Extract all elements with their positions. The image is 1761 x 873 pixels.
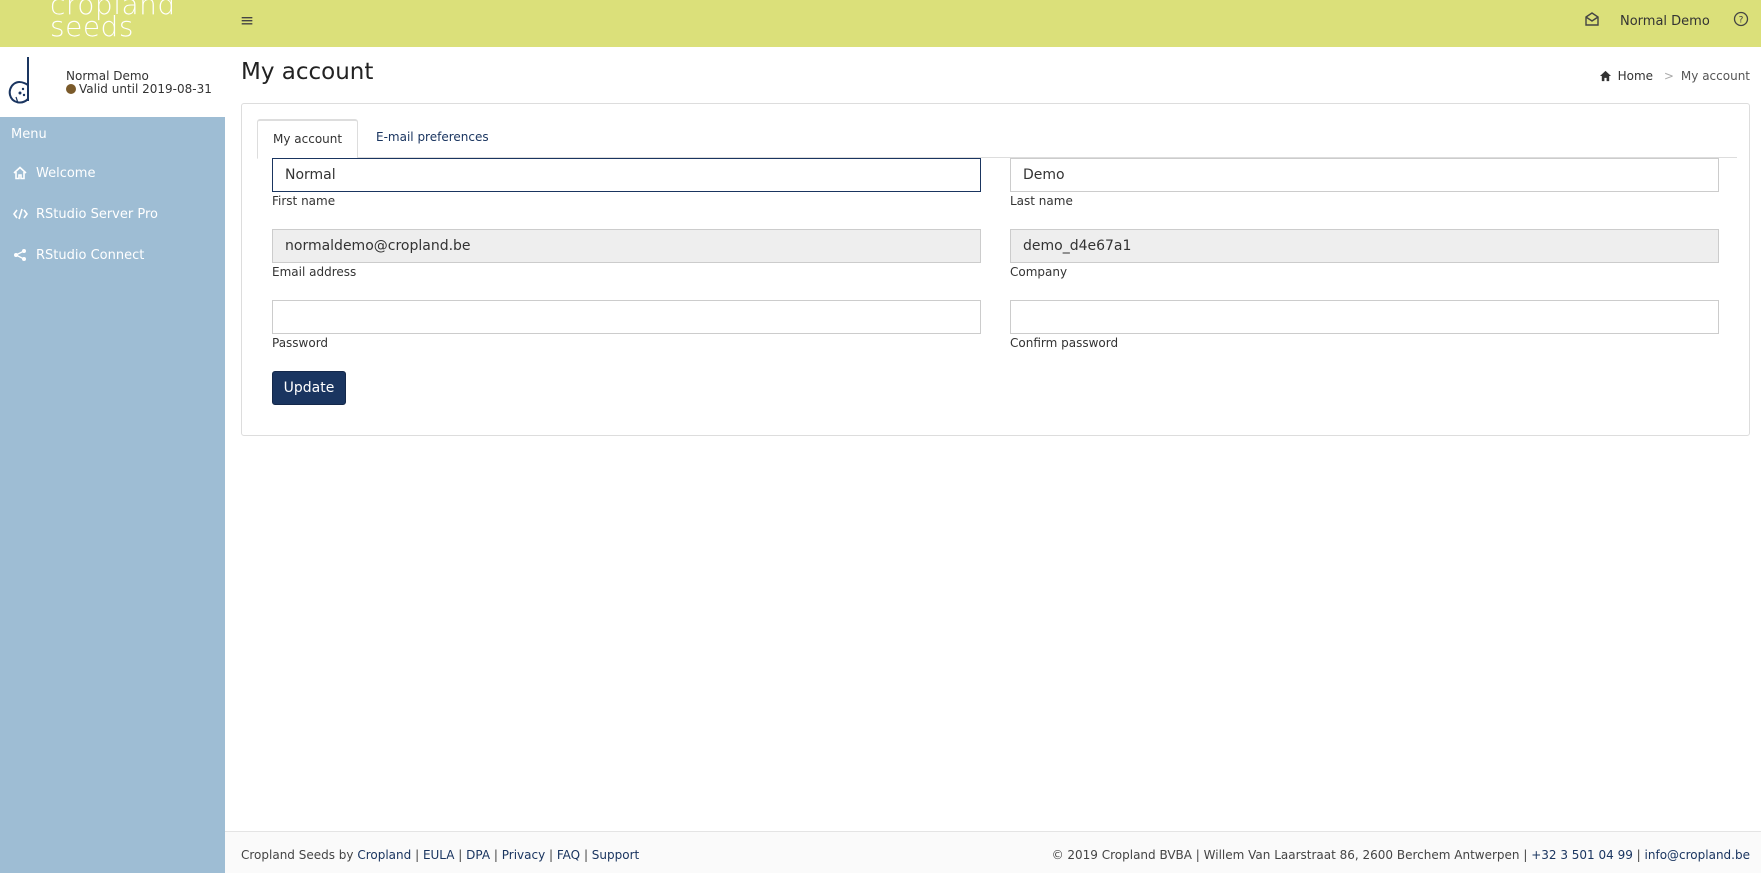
sidebar-user-name: Normal Demo <box>66 69 149 83</box>
footer-link-dpa[interactable]: DPA <box>466 848 490 862</box>
sidebar-item-rstudio-server-pro[interactable]: RStudio Server Pro <box>0 195 225 235</box>
status-dot-icon <box>66 84 76 94</box>
code-icon <box>13 207 29 223</box>
help-icon[interactable]: ? <box>1733 11 1753 31</box>
confirm-password-label: Confirm password <box>1010 336 1119 350</box>
footer-phone-link[interactable]: +32 3 501 04 99 <box>1531 848 1633 862</box>
password-label: Password <box>272 336 329 350</box>
footer-link-faq[interactable]: FAQ <box>557 848 580 862</box>
email-group: Email address <box>272 229 981 279</box>
breadcrumb: Home > My account <box>1599 69 1750 83</box>
tab-my-account[interactable]: My account <box>257 119 359 159</box>
update-button[interactable]: Update <box>272 371 346 405</box>
svg-text:?: ? <box>1739 16 1744 26</box>
sidebar-item-label: Welcome <box>36 166 96 181</box>
company-group: Company <box>1010 229 1719 279</box>
menu-header: Menu <box>11 127 47 142</box>
cropland-seeds-logo[interactable]: cropland seeds <box>50 0 180 46</box>
footer-prefix: Cropland Seeds by <box>241 848 358 862</box>
password-group: Password <box>272 300 981 350</box>
confirm-password-group: Confirm password <box>1010 300 1719 350</box>
sidebar-item-label: RStudio Server Pro <box>36 207 158 222</box>
avatar <box>6 55 38 109</box>
company-label: Company <box>1010 265 1068 279</box>
sidebar-toggle-icon[interactable]: ≡ <box>236 10 258 32</box>
tab-bar: My account E-mail preferences <box>257 119 1737 159</box>
first-name-group: First name <box>272 158 981 208</box>
top-navbar: cropland seeds ≡ Normal Demo ? <box>0 0 1761 47</box>
subscription-status: Valid until 2019-08-31 <box>66 82 212 96</box>
user-panel: Normal Demo Valid until 2019-08-31 <box>0 47 225 117</box>
breadcrumb-home-label: Home <box>1617 69 1654 83</box>
sidebar-item-rstudio-connect[interactable]: RStudio Connect <box>0 236 225 276</box>
first-name-field[interactable] <box>272 158 981 192</box>
footer-link-support[interactable]: Support <box>592 848 639 862</box>
top-user-menu[interactable]: Normal Demo <box>1620 14 1710 29</box>
footer-link-cropland[interactable]: Cropland <box>357 848 411 862</box>
first-name-label: First name <box>272 194 336 208</box>
tab-email-preferences[interactable]: E-mail preferences <box>361 119 504 158</box>
footer: Cropland Seeds by Cropland | EULA | DPA … <box>225 831 1761 873</box>
account-panel: My account E-mail preferences First name… <box>241 103 1750 436</box>
footer-left: Cropland Seeds by Cropland | EULA | DPA … <box>241 848 640 862</box>
valid-until-text: Valid until 2019-08-31 <box>79 82 212 96</box>
footer-link-privacy[interactable]: Privacy <box>502 848 545 862</box>
last-name-label: Last name <box>1010 194 1073 208</box>
password-field[interactable] <box>272 300 981 334</box>
footer-copyright: © 2019 Cropland BVBA | Willem Van Laarst… <box>1051 848 1532 862</box>
footer-email-link[interactable]: info@cropland.be <box>1645 848 1750 862</box>
footer-right: © 2019 Cropland BVBA | Willem Van Laarst… <box>1051 848 1750 862</box>
breadcrumb-separator: > <box>1663 69 1674 83</box>
footer-link-eula[interactable]: EULA <box>423 848 455 862</box>
sidebar: Normal Demo Valid until 2019-08-31 Menu … <box>0 47 225 873</box>
page-title: My account <box>241 59 374 85</box>
envelope-icon[interactable] <box>1584 11 1604 31</box>
breadcrumb-current: My account <box>1680 69 1750 83</box>
share-icon <box>13 248 29 264</box>
home-icon <box>1599 70 1611 82</box>
breadcrumb-home-link[interactable]: Home <box>1599 69 1657 83</box>
sidebar-item-label: RStudio Connect <box>36 248 145 263</box>
confirm-password-field[interactable] <box>1010 300 1719 334</box>
last-name-group: Last name <box>1010 158 1719 208</box>
company-field <box>1010 229 1719 263</box>
last-name-field[interactable] <box>1010 158 1719 192</box>
home-icon <box>13 166 29 182</box>
sidebar-item-welcome[interactable]: Welcome <box>0 154 225 194</box>
email-label: Email address <box>272 265 357 279</box>
email-field <box>272 229 981 263</box>
